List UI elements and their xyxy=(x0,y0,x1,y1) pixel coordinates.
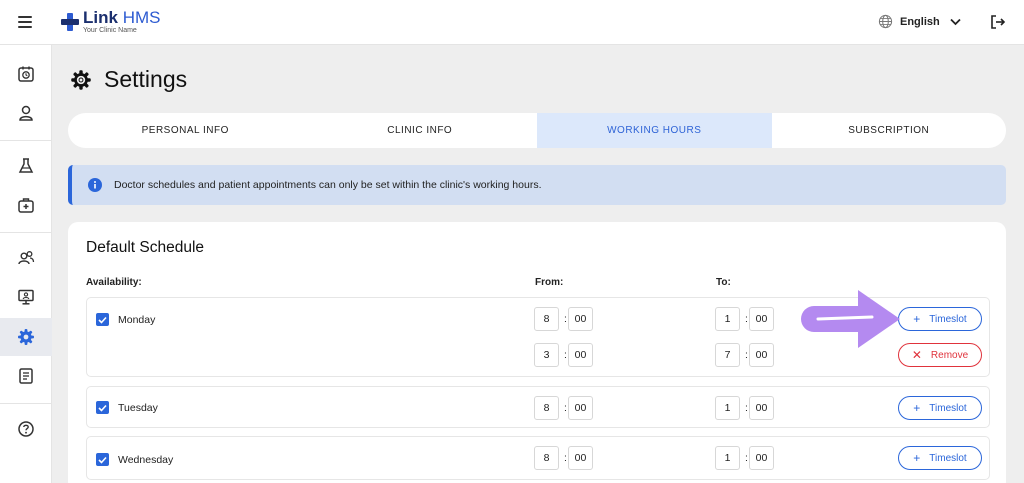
from-hour-input[interactable]: 8 xyxy=(534,396,559,420)
top-bar: Link HMS Your Clinic Name English xyxy=(0,0,1024,45)
logo[interactable]: Link HMS Your Clinic Name xyxy=(60,8,161,35)
monitor-icon xyxy=(18,289,34,305)
settings-icon xyxy=(71,69,91,90)
from-minute-input[interactable]: 00 xyxy=(568,343,593,367)
remove-timeslot-label: Remove xyxy=(930,349,969,361)
report-icon xyxy=(19,368,33,384)
sidebar-item-medical-kit[interactable] xyxy=(0,186,52,224)
plus-icon: + xyxy=(913,451,921,465)
tab-clinic-info[interactable]: CLINIC INFO xyxy=(303,113,538,148)
from-hour-input[interactable]: 3 xyxy=(534,343,559,367)
sidebar-item-patients[interactable] xyxy=(0,239,52,277)
sidebar-item-profile[interactable] xyxy=(0,94,52,132)
brand-name-light: HMS xyxy=(122,8,161,27)
tab-personal-info[interactable]: PERSONAL INFO xyxy=(68,113,303,148)
info-banner: Doctor schedules and patient appointment… xyxy=(68,165,1006,205)
time-colon: : xyxy=(564,452,567,464)
settings-icon xyxy=(18,329,34,345)
add-timeslot-button[interactable]: + Timeslot xyxy=(898,307,982,331)
availability-label: Availability: xyxy=(86,277,142,288)
remove-timeslot-button[interactable]: ✕ Remove xyxy=(898,343,982,367)
from-label: From: xyxy=(535,277,564,288)
logout-icon[interactable] xyxy=(990,14,1006,30)
time-colon: : xyxy=(745,349,748,361)
to-minute-input[interactable]: 00 xyxy=(749,446,774,470)
page-header: Settings xyxy=(70,66,187,93)
from-minute-input[interactable]: 00 xyxy=(568,446,593,470)
time-colon: : xyxy=(745,452,748,464)
plus-icon: + xyxy=(913,312,921,326)
time-colon: : xyxy=(564,349,567,361)
day-row-tuesday: Tuesday 8 : 00 1 : 00 + Timeslot xyxy=(86,386,990,428)
wednesday-checkbox[interactable] xyxy=(96,453,109,466)
time-colon: : xyxy=(564,402,567,414)
day-name: Wednesday xyxy=(118,454,174,466)
default-schedule-card: Default Schedule Availability: From: To:… xyxy=(68,222,1006,483)
language-label: English xyxy=(900,15,940,28)
monday-checkbox[interactable] xyxy=(96,313,109,326)
to-hour-input[interactable]: 7 xyxy=(715,343,740,367)
language-selector[interactable]: English xyxy=(878,14,961,29)
page-title: Settings xyxy=(104,66,188,92)
from-hour-input[interactable]: 8 xyxy=(534,446,559,470)
tab-working-hours[interactable]: WORKING HOURS xyxy=(537,113,772,148)
day-name: Tuesday xyxy=(118,402,158,414)
to-hour-input[interactable]: 1 xyxy=(715,307,740,331)
check-icon xyxy=(98,404,107,412)
to-minute-input[interactable]: 00 xyxy=(749,307,774,331)
chevron-down-icon xyxy=(950,18,961,25)
time-colon: : xyxy=(564,313,567,325)
menu-icon[interactable] xyxy=(18,16,32,28)
annotation-arrow-icon xyxy=(801,290,900,348)
sidebar-item-report[interactable] xyxy=(0,357,52,395)
add-timeslot-button[interactable]: + Timeslot xyxy=(898,446,982,470)
day-row-wednesday: Wednesday 8 : 00 1 : 00 + Timeslot xyxy=(86,436,990,480)
profile-icon xyxy=(19,105,33,121)
add-timeslot-label: Timeslot xyxy=(929,452,967,464)
settings-tabs: PERSONAL INFO CLINIC INFO WORKING HOURS … xyxy=(68,113,1006,148)
to-hour-input[interactable]: 1 xyxy=(715,396,740,420)
brand-subtitle: Your Clinic Name xyxy=(83,27,137,34)
brand-name: Link HMS xyxy=(83,8,161,27)
check-icon xyxy=(98,316,107,324)
patients-icon xyxy=(18,251,35,265)
sidebar-item-appointments[interactable] xyxy=(0,55,52,93)
lab-icon xyxy=(18,158,34,173)
from-hour-input[interactable]: 8 xyxy=(534,307,559,331)
plus-icon: + xyxy=(913,401,921,415)
globe-icon xyxy=(878,14,893,29)
sidebar-divider xyxy=(0,140,52,141)
day-name: Monday xyxy=(118,314,156,326)
info-banner-text: Doctor schedules and patient appointment… xyxy=(114,179,542,191)
tab-subscription[interactable]: SUBSCRIPTION xyxy=(772,113,1007,148)
to-minute-input[interactable]: 00 xyxy=(749,396,774,420)
info-icon xyxy=(88,178,102,192)
to-label: To: xyxy=(716,277,731,288)
add-timeslot-label: Timeslot xyxy=(929,313,967,325)
schedule-title: Default Schedule xyxy=(86,239,205,256)
help-icon xyxy=(18,421,34,437)
sidebar-item-help[interactable] xyxy=(0,410,52,448)
sidebar-item-monitor[interactable] xyxy=(0,278,52,316)
sidebar-divider xyxy=(0,403,52,404)
sidebar-item-lab[interactable] xyxy=(0,147,52,185)
sidebar-item-settings[interactable] xyxy=(0,318,52,356)
sidebar-divider xyxy=(0,232,52,233)
to-hour-input[interactable]: 1 xyxy=(715,446,740,470)
brand-name-bold: Link xyxy=(83,8,118,27)
check-icon xyxy=(98,456,107,464)
to-minute-input[interactable]: 00 xyxy=(749,343,774,367)
close-icon: ✕ xyxy=(911,348,922,362)
from-minute-input[interactable]: 00 xyxy=(568,307,593,331)
appointments-icon xyxy=(18,66,34,82)
medical-kit-icon xyxy=(18,198,34,213)
time-colon: : xyxy=(745,313,748,325)
logo-cross-icon xyxy=(61,13,79,31)
sidebar xyxy=(0,45,52,483)
tuesday-checkbox[interactable] xyxy=(96,401,109,414)
time-colon: : xyxy=(745,402,748,414)
add-timeslot-label: Timeslot xyxy=(929,402,967,414)
from-minute-input[interactable]: 00 xyxy=(568,396,593,420)
add-timeslot-button[interactable]: + Timeslot xyxy=(898,396,982,420)
